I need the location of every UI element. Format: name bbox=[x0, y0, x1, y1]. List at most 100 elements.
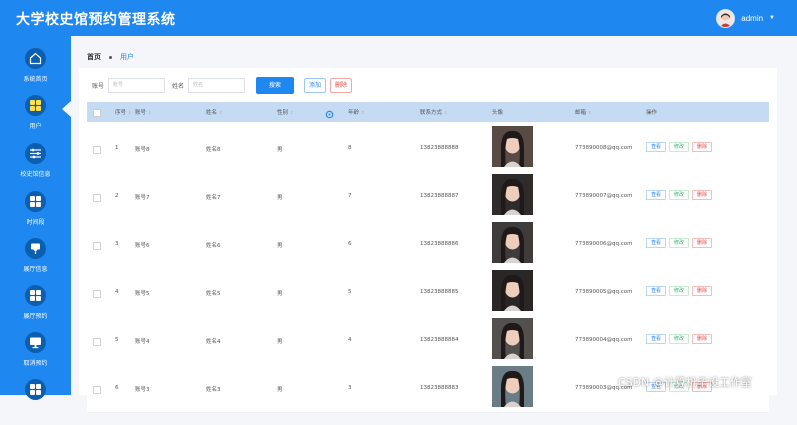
cell-phone: 13823888885 bbox=[420, 289, 459, 295]
avatar-photo bbox=[492, 174, 533, 215]
row-checkbox[interactable] bbox=[93, 146, 101, 154]
sidebar-item-cancel-booking[interactable]: 取消预约 bbox=[0, 332, 71, 378]
row-actions: 查看 修改 删除 bbox=[646, 286, 712, 296]
cell-gender: 男 bbox=[277, 291, 283, 297]
search-button[interactable]: 搜索 bbox=[256, 77, 295, 94]
delete-button[interactable]: 删除 bbox=[692, 190, 712, 200]
row-actions: 查看 修改 删除 bbox=[646, 238, 712, 248]
delete-button[interactable]: 删除 bbox=[692, 142, 712, 152]
user-menu[interactable]: admin ▼ bbox=[716, 8, 775, 28]
sidebar-item-label: 系统首页 bbox=[23, 76, 48, 83]
cell-gender: 男 bbox=[277, 195, 283, 201]
delete-button[interactable]: 删除 bbox=[692, 334, 712, 344]
column-header-age[interactable]: 年龄 ⇕ bbox=[348, 108, 364, 116]
column-header-account[interactable]: 账号 ⇕ bbox=[135, 108, 151, 116]
cell-age: 7 bbox=[348, 193, 352, 199]
avatar[interactable] bbox=[716, 8, 736, 28]
cell-phone: 13823888884 bbox=[420, 337, 459, 343]
cell-phone: 13823888888 bbox=[420, 145, 459, 151]
edit-button[interactable]: 修改 bbox=[669, 190, 689, 200]
avatar-photo bbox=[492, 270, 533, 311]
cell-name: 姓名5 bbox=[206, 291, 221, 297]
account-input[interactable]: 账号 bbox=[108, 78, 166, 93]
sidebar-item-users[interactable]: 用户 bbox=[0, 95, 71, 141]
cell-email: 773890006@qq.com bbox=[575, 241, 633, 247]
view-button[interactable]: 查看 bbox=[646, 142, 666, 152]
avatar-photo bbox=[492, 366, 533, 407]
cell-gender: 男 bbox=[277, 339, 283, 345]
sidebar-item-home[interactable]: 系统首页 bbox=[0, 48, 71, 94]
sidebar-item-time-slots[interactable]: 时间段 bbox=[0, 191, 71, 237]
view-button[interactable]: 查看 bbox=[646, 286, 666, 296]
cell-index: 5 bbox=[115, 337, 119, 343]
view-button[interactable]: 查看 bbox=[646, 190, 666, 200]
sidebar: 系统首页 用户 校史馆信息 时间段 展厅信息 展厅预约 取消预约 bbox=[0, 36, 71, 400]
cell-index: 4 bbox=[115, 289, 119, 295]
cell-account: 账号5 bbox=[135, 291, 150, 297]
column-header-email[interactable]: 邮箱 ⇕ bbox=[575, 108, 591, 116]
edit-button[interactable]: 修改 bbox=[669, 334, 689, 344]
cell-gender: 男 bbox=[277, 243, 283, 249]
avatar-photo bbox=[492, 126, 533, 167]
row-checkbox[interactable] bbox=[93, 386, 101, 394]
name-input[interactable]: 姓名 bbox=[188, 78, 246, 93]
edit-button[interactable]: 修改 bbox=[669, 142, 689, 152]
add-button[interactable]: 添加 bbox=[304, 78, 327, 93]
delete-button[interactable]: 删除 bbox=[692, 238, 712, 248]
column-header-gender[interactable]: 性别 ⇕ bbox=[277, 108, 293, 116]
row-checkbox[interactable] bbox=[93, 290, 101, 298]
table-row: 5 账号4 姓名4 男 4 13823888884 773890004@qq.com 查看 修改… bbox=[87, 316, 769, 365]
cell-account: 账号3 bbox=[135, 387, 150, 393]
app-title: 大学校史馆预约管理系统 bbox=[16, 12, 176, 28]
select-all-checkbox[interactable] bbox=[93, 109, 101, 117]
avatar-photo bbox=[492, 222, 533, 263]
edit-button[interactable]: 修改 bbox=[669, 286, 689, 296]
breadcrumb-home[interactable]: 首页 bbox=[87, 52, 101, 62]
column-header-index[interactable]: 序号 ⇕ bbox=[115, 108, 131, 116]
sidebar-item-label: 校史馆信息 bbox=[20, 171, 51, 178]
cell-name: 姓名6 bbox=[206, 243, 221, 249]
sliders-icon bbox=[25, 143, 46, 164]
settings-icon[interactable] bbox=[325, 110, 334, 119]
sidebar-item-hall-booking[interactable]: 展厅预约 bbox=[0, 285, 71, 331]
column-header-phone[interactable]: 联系方式 ⇕ bbox=[420, 108, 447, 116]
avatar-photo bbox=[492, 318, 533, 359]
name-label: 姓名 bbox=[172, 83, 185, 90]
cell-name: 姓名4 bbox=[206, 339, 221, 345]
edit-button[interactable]: 修改 bbox=[669, 238, 689, 248]
row-checkbox[interactable] bbox=[93, 338, 101, 346]
column-header-name[interactable]: 姓名 ⇕ bbox=[206, 108, 222, 116]
row-actions: 查看 修改 删除 bbox=[646, 334, 712, 344]
sidebar-item-museum-info[interactable]: 校史馆信息 bbox=[0, 143, 71, 189]
home-icon bbox=[25, 48, 46, 69]
sidebar-item-label: 展厅预约 bbox=[23, 313, 48, 320]
chevron-down-icon[interactable]: ▼ bbox=[769, 15, 775, 21]
column-header-avatar: 头像 bbox=[492, 110, 504, 116]
table-row: 4 账号5 姓名5 男 5 13823888885 773890005@qq.com 查看 修改… bbox=[87, 268, 769, 317]
view-button[interactable]: 查看 bbox=[646, 238, 666, 248]
row-actions: 查看 修改 删除 bbox=[646, 190, 712, 200]
view-button[interactable]: 查看 bbox=[646, 334, 666, 344]
delete-button[interactable]: 删除 bbox=[692, 286, 712, 296]
cell-index: 2 bbox=[115, 193, 119, 199]
row-checkbox[interactable] bbox=[93, 194, 101, 202]
breadcrumb: 首页 用户 bbox=[87, 52, 134, 62]
cell-gender: 男 bbox=[277, 147, 283, 153]
column-header-actions: 操作 bbox=[646, 110, 658, 116]
breadcrumb-separator bbox=[109, 55, 112, 59]
table-row: 1 账号8 姓名8 男 8 13823888888 773890008@qq.com 查看 修改… bbox=[87, 124, 769, 173]
pin-icon bbox=[25, 238, 46, 259]
row-checkbox[interactable] bbox=[93, 242, 101, 250]
username: admin bbox=[741, 13, 764, 23]
cell-index: 6 bbox=[115, 385, 119, 391]
sidebar-item-hall-info[interactable]: 展厅信息 bbox=[0, 238, 71, 284]
cell-account: 账号7 bbox=[135, 195, 150, 201]
watermark: CSDN @计算机毕设工作室 bbox=[618, 376, 752, 389]
sidebar-item-more[interactable] bbox=[0, 379, 71, 425]
bulk-delete-button[interactable]: 删除 bbox=[330, 78, 353, 93]
grid-icon bbox=[25, 285, 46, 306]
cell-index: 1 bbox=[115, 145, 119, 151]
cell-index: 3 bbox=[115, 241, 119, 247]
account-label: 账号 bbox=[92, 83, 105, 90]
top-bar: 大学校史馆预约管理系统 admin ▼ bbox=[0, 0, 797, 36]
